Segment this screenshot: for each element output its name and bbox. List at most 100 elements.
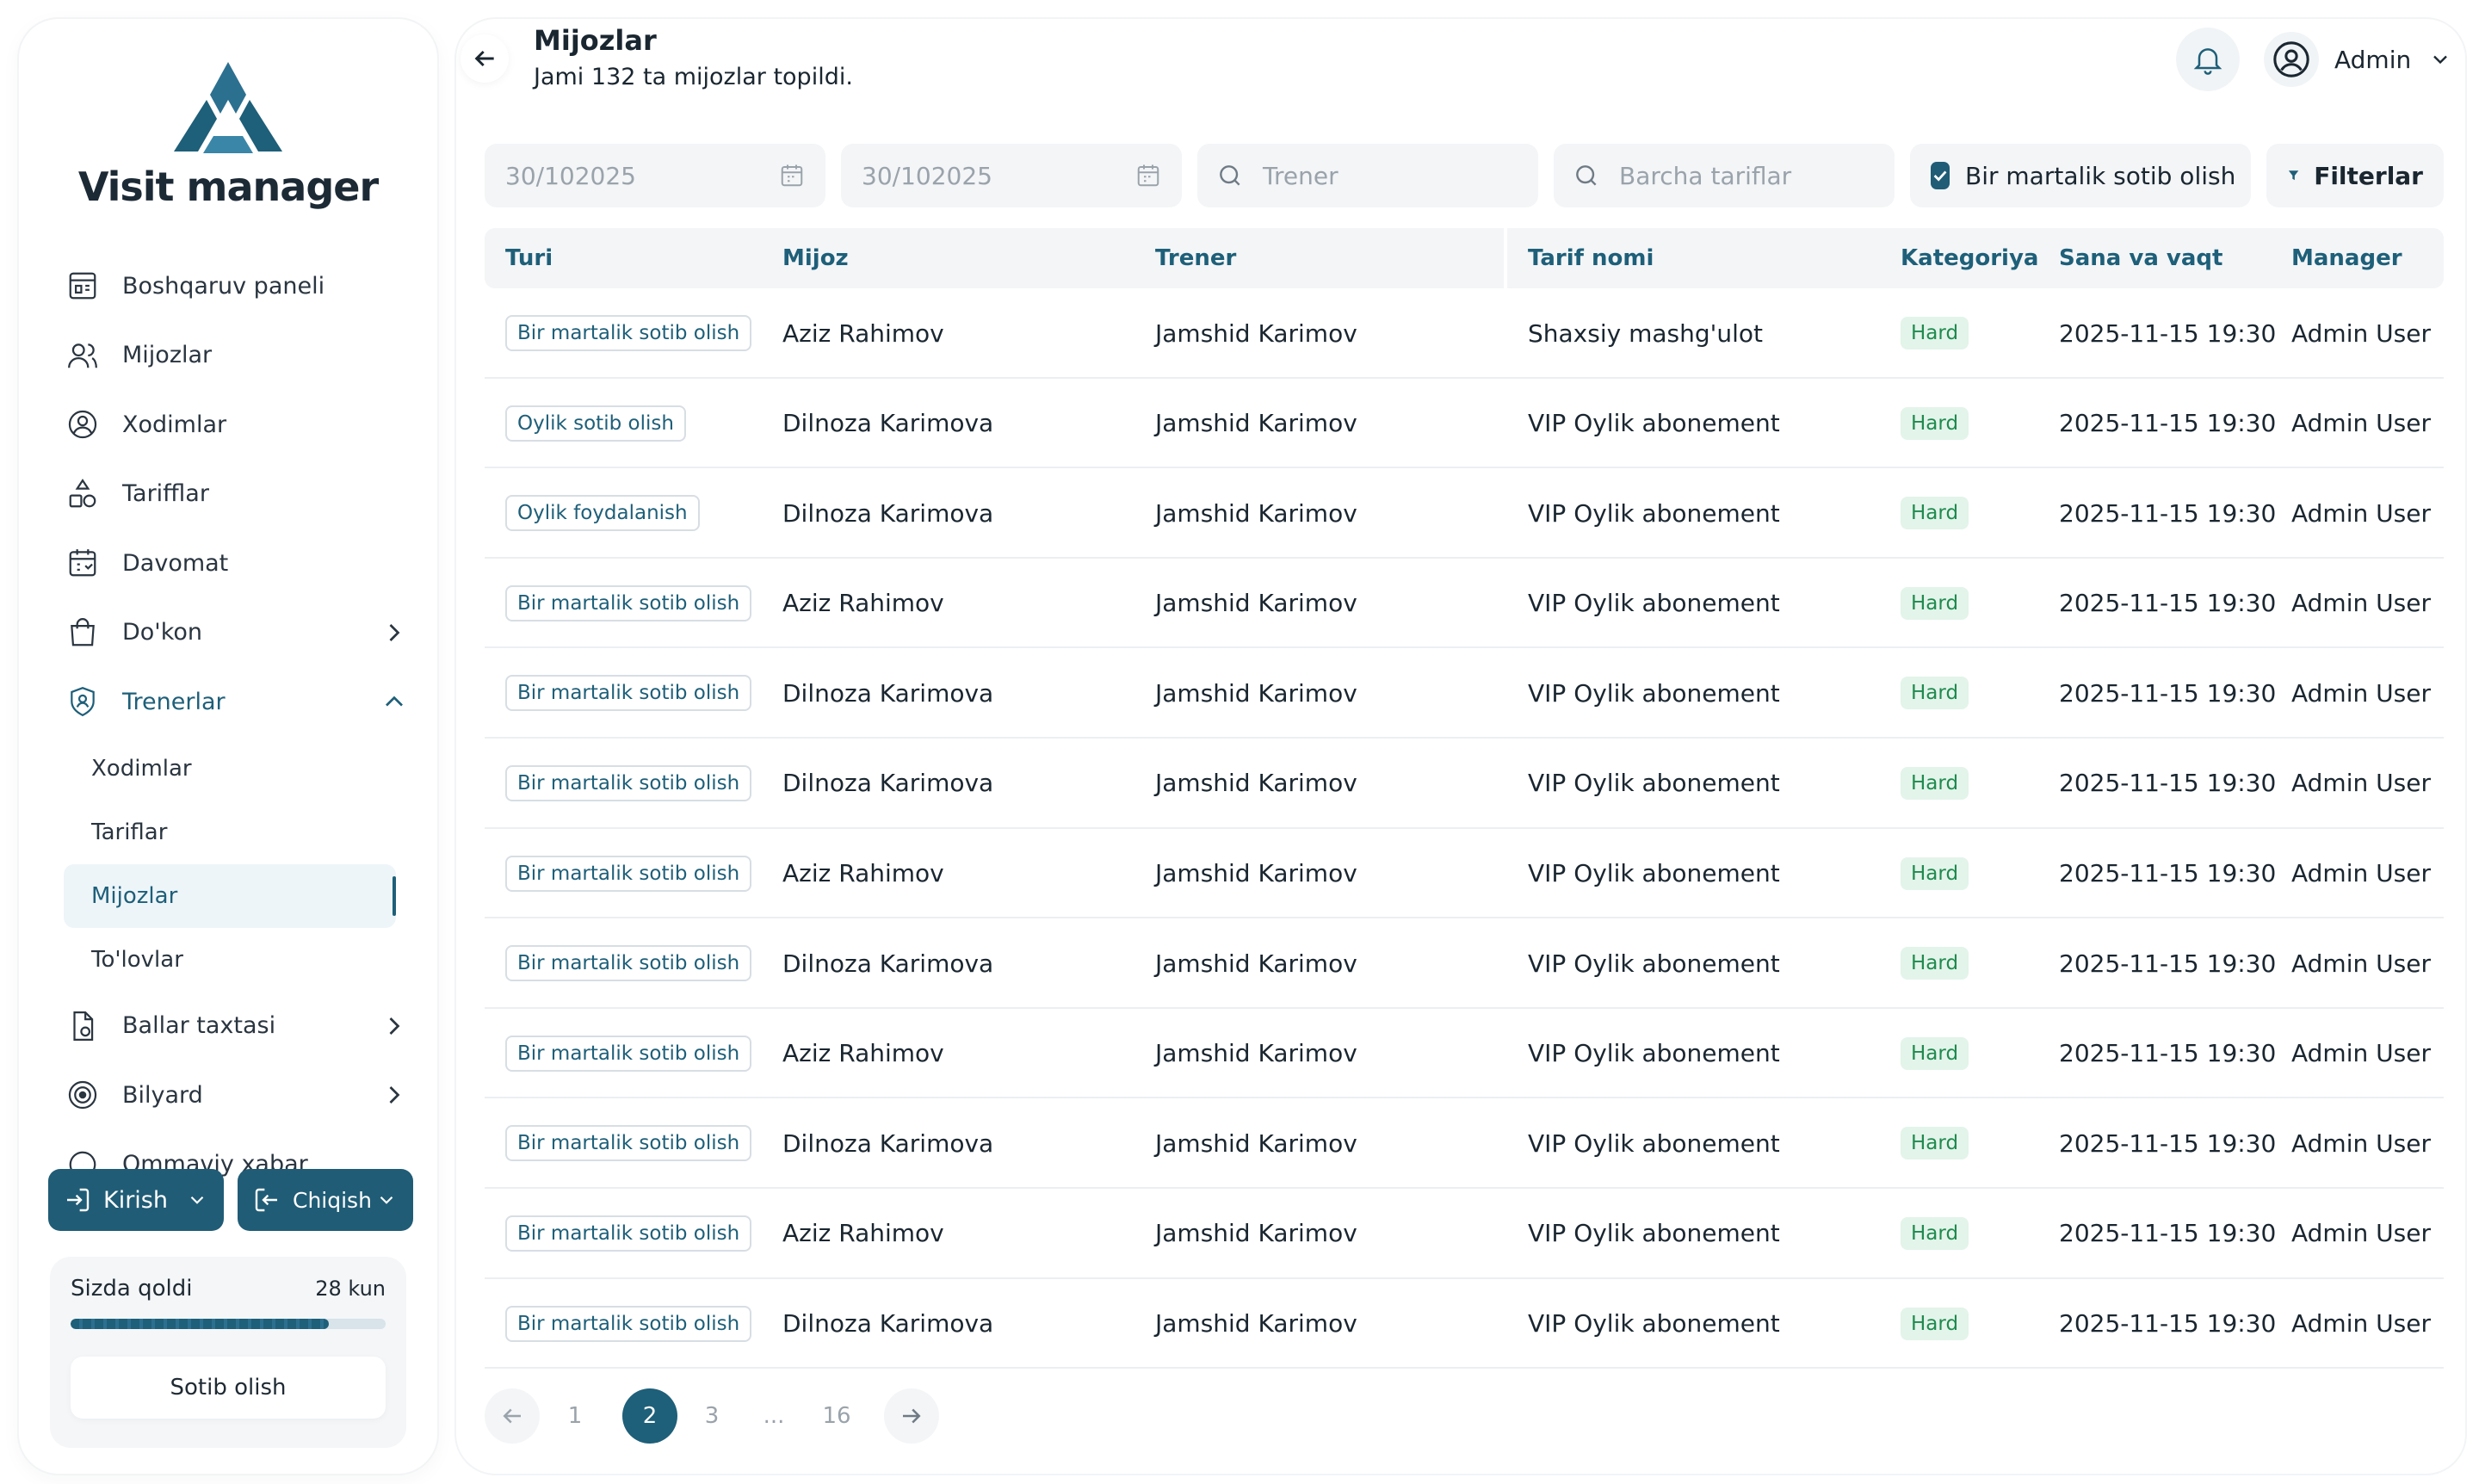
column-header-turi[interactable]: Turi: [505, 228, 553, 288]
submenu-item-xodimlar[interactable]: Xodimlar: [64, 737, 396, 801]
logout-icon: [255, 1188, 277, 1212]
chevron-up-icon[interactable]: [379, 686, 410, 717]
table-row[interactable]: Bir martalik sotib olish Dilnoza Karimova…: [485, 739, 2444, 829]
column-header-mijoz[interactable]: Mijoz: [782, 228, 849, 288]
search-icon: [1220, 165, 1240, 186]
cell-sana: 2025-11-15 19:30: [2059, 409, 2277, 438]
table-row[interactable]: Bir martalik sotib olish Aziz Rahimov Jams…: [485, 1189, 2444, 1279]
trainer-search-input[interactable]: Trener: [1197, 144, 1538, 207]
cell-mijoz: Dilnoza Karimova: [782, 409, 994, 438]
date-from-placeholder: 30/102025: [505, 161, 636, 190]
next-page-button[interactable]: [884, 1388, 939, 1444]
cell-sana: 2025-11-15 19:30: [2059, 1128, 2277, 1158]
cell-manager: Admin User: [2291, 318, 2431, 348]
submenu-item-tolovlar[interactable]: To'lovlar: [64, 928, 396, 992]
sidebar-item-bilyard[interactable]: Bilyard: [65, 1060, 418, 1130]
buy-button[interactable]: Sotib olish: [71, 1357, 386, 1419]
chevron-down-icon: [380, 1196, 393, 1204]
chevron-right-icon[interactable]: [379, 617, 410, 648]
cell-trener: Jamshid Karimov: [1155, 589, 1357, 618]
table-row[interactable]: Bir martalik sotib olish Aziz Rahimov Jams…: [485, 288, 2444, 379]
type-badge: Bir martalik sotib olish: [505, 1125, 752, 1162]
cell-tarif-nomi: VIP Oylik abonement: [1528, 589, 1780, 618]
column-header-manager[interactable]: Manager: [2291, 228, 2402, 288]
chevron-right-icon[interactable]: [379, 1079, 410, 1110]
shapes-icon: [65, 477, 100, 511]
table-row[interactable]: Bir martalik sotib olish Dilnoza Karimova…: [485, 918, 2444, 1009]
back-button[interactable]: [461, 34, 509, 83]
staff-icon: [65, 407, 100, 442]
one-time-purchase-checkbox[interactable]: Bir martalik sotib olish: [1910, 144, 2251, 207]
table-row[interactable]: Bir martalik sotib olish Aziz Rahimov Jams…: [485, 559, 2444, 649]
type-badge: Bir martalik sotib olish: [505, 1215, 752, 1252]
sidebar-item-ballar-taxtasi[interactable]: Ballar taxtasi: [65, 992, 418, 1061]
cell-manager: Admin User: [2291, 589, 2431, 618]
sidebar-item-xodimlar[interactable]: Xodimlar: [65, 390, 418, 460]
subscription-progress: [71, 1319, 386, 1329]
table-row[interactable]: Bir martalik sotib olish Dilnoza Karimova…: [485, 1279, 2444, 1370]
page-title: Mijozlar: [534, 24, 657, 57]
filters-button[interactable]: Filterlar: [2266, 144, 2444, 207]
one-time-purchase-label: Bir martalik sotib olish: [1965, 161, 2236, 190]
table-row[interactable]: Oylik sotib olish Dilnoza Karimova Jamshid…: [485, 379, 2444, 469]
cell-manager: Admin User: [2291, 1128, 2431, 1158]
avatar: [2264, 32, 2319, 87]
cell-turi: Bir martalik sotib olish: [505, 559, 752, 648]
cell-kategoriya: Hard: [1901, 1279, 1969, 1369]
notifications-button[interactable]: [2176, 28, 2240, 91]
date-to-placeholder: 30/102025: [862, 161, 992, 190]
tariff-search-input[interactable]: Barcha tariflar: [1554, 144, 1895, 207]
sidebar-item-dokon[interactable]: Do'kon: [65, 598, 418, 668]
cell-tarif-nomi: VIP Oylik abonement: [1528, 769, 1780, 798]
subscription-progress-fill: [71, 1319, 330, 1329]
user-menu[interactable]: Admin: [2264, 31, 2452, 88]
cell-kategoriya: Hard: [1901, 739, 1969, 828]
category-badge: Hard: [1901, 1216, 1969, 1250]
column-header-trener[interactable]: Trener: [1155, 228, 1236, 288]
kirish-button[interactable]: Kirish: [48, 1169, 224, 1231]
cell-sana: 2025-11-15 19:30: [2059, 859, 2277, 888]
table-row[interactable]: Bir martalik sotib olish Dilnoza Karimova…: [485, 648, 2444, 739]
sidebar-item-tarifflar[interactable]: Tarifflar: [65, 460, 418, 529]
cell-turi: Bir martalik sotib olish: [505, 918, 752, 1008]
sidebar-item-trenerlar[interactable]: Trenerlar: [65, 667, 418, 737]
dashboard-icon: [65, 269, 100, 303]
submenu-item-tariflar[interactable]: Tariflar: [64, 801, 396, 864]
category-badge: Hard: [1901, 497, 1969, 530]
cell-trener: Jamshid Karimov: [1155, 409, 1357, 438]
cell-tarif-nomi: VIP Oylik abonement: [1528, 678, 1780, 708]
table-row[interactable]: Bir martalik sotib olish Dilnoza Karimova…: [485, 1098, 2444, 1189]
cell-mijoz: Dilnoza Karimova: [782, 949, 994, 978]
chevron-down-icon: [2433, 55, 2448, 65]
cell-mijoz: Aziz Rahimov: [782, 1219, 944, 1248]
column-header-kategoriya[interactable]: Kategoriya: [1901, 228, 2038, 288]
sidebar-item-boshqaruv-paneli[interactable]: Boshqaruv paneli: [65, 251, 418, 321]
sidebar-item-label: Mijozlar: [122, 342, 213, 369]
column-header-sana[interactable]: Sana va vaqt: [2059, 228, 2222, 288]
chevron-right-icon[interactable]: [379, 1011, 410, 1042]
column-header-tarif-nomi[interactable]: Tarif nomi: [1528, 228, 1654, 288]
sidebar-item-davomat[interactable]: Davomat: [65, 529, 418, 598]
date-to-field[interactable]: 30/102025: [841, 144, 1182, 207]
date-from-field[interactable]: 30/102025: [485, 144, 825, 207]
page-button-16[interactable]: 16: [809, 1388, 864, 1444]
search-icon: [1576, 165, 1597, 186]
page-button-3[interactable]: 3: [684, 1388, 739, 1444]
sidebar-item-mijozlar[interactable]: Mijozlar: [65, 321, 418, 391]
chiqish-button[interactable]: Chiqish: [238, 1169, 413, 1231]
page-button-2[interactable]: 2: [622, 1388, 677, 1444]
submenu-item-mijozlar[interactable]: Mijozlar: [64, 863, 396, 928]
cell-turi: Bir martalik sotib olish: [505, 288, 752, 378]
prev-page-button[interactable]: [485, 1388, 540, 1444]
cell-manager: Admin User: [2291, 859, 2431, 888]
table-row[interactable]: Oylik foydalanish Dilnoza Karimova Jamshid…: [485, 468, 2444, 559]
subscription-label: Sizda qoldi: [71, 1276, 193, 1302]
cell-turi: Bir martalik sotib olish: [505, 648, 752, 738]
cell-manager: Admin User: [2291, 498, 2431, 528]
category-badge: Hard: [1901, 317, 1969, 349]
page-button-1[interactable]: 1: [547, 1388, 603, 1444]
sidebar-item-label: Davomat: [122, 549, 229, 577]
cell-kategoriya: Hard: [1901, 379, 1969, 468]
table-row[interactable]: Bir martalik sotib olish Aziz Rahimov Jams…: [485, 1009, 2444, 1099]
table-row[interactable]: Bir martalik sotib olish Aziz Rahimov Jams…: [485, 829, 2444, 919]
